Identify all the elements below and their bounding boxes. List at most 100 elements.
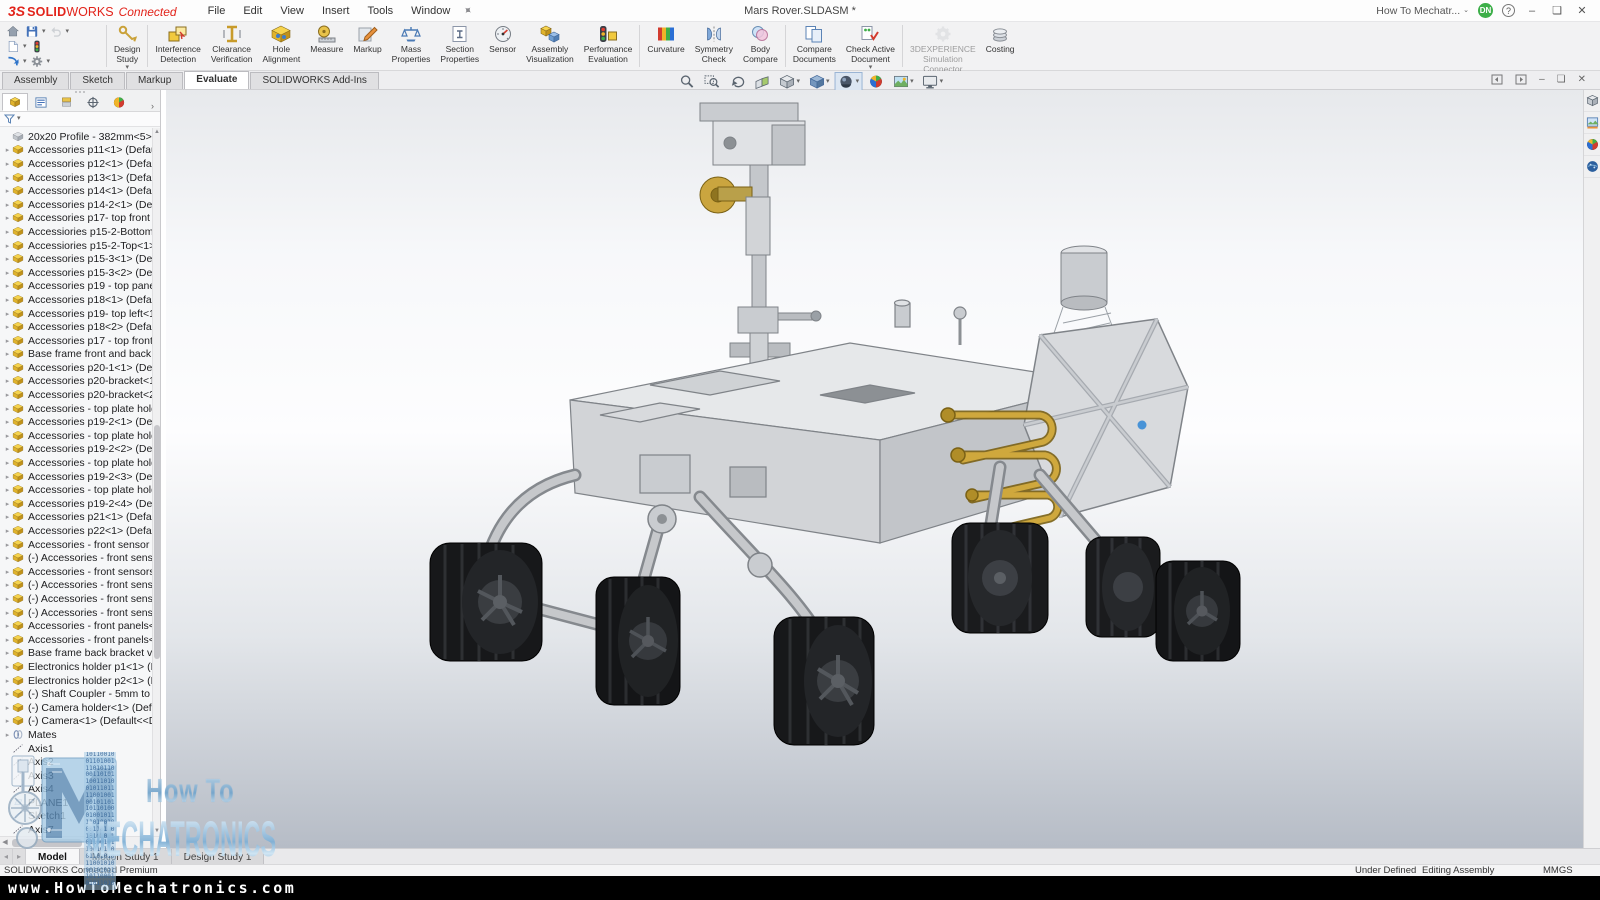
tree-item[interactable]: ▸Accessories p20-1<1> (Default<<Def [0,361,152,375]
tree-item[interactable]: 20x20 Profile - 382mm<5> (Default< [0,130,152,144]
tree-item[interactable]: ▸Electronics holder p2<1> (Default<< [0,674,152,688]
doc-minimize-button[interactable]: – [1539,74,1545,85]
tree-item[interactable]: ▸Accessories p12<1> (Default<<Defau [0,157,152,171]
performance-evaluation-button[interactable]: PerformanceEvaluation [579,22,638,70]
expander-icon[interactable]: ▸ [3,513,12,521]
tree-item[interactable]: ▸(-) Accessories - front sensor p3<3> [0,592,152,606]
model-tab-motion-study-1[interactable]: Motion Study 1 [80,849,172,864]
tree-item[interactable]: Axis1 [0,742,152,756]
graphics-viewport[interactable] [166,90,1583,848]
tree-item[interactable]: ▸(-) Accessories - front sensor p3<4> [0,606,152,620]
expander-icon[interactable]: ▸ [3,391,12,399]
tree-item[interactable]: ▸(-) Accessories - front sensor p3<2> [0,579,152,593]
design-study-button[interactable]: DesignStudy▾ [109,22,145,70]
avatar[interactable]: DN [1478,3,1493,18]
tree-item[interactable]: PLANE1 [0,796,152,810]
previous-view-button[interactable] [726,72,749,91]
scroll-up-arrow[interactable]: ▲ [153,128,161,137]
restore-button[interactable]: ❏ [1549,4,1565,17]
tree-filter[interactable]: ▾ [0,112,160,127]
tree-item[interactable]: Axis4 [0,783,152,797]
doc-close-button[interactable]: ✕ [1578,74,1586,85]
hole-alignment-button[interactable]: HoleAlignment [257,22,305,70]
tree-item[interactable]: ▸Accessiories p15-2-Bottom<1> ->? ( [0,225,152,239]
hide-show-items-button[interactable]: ▾ [835,72,863,91]
model-tab-model[interactable]: Model [26,849,80,864]
tree-item[interactable]: ▸Accessories - top plate holder<3> (D [0,429,152,443]
display-style-button[interactable]: ▾ [805,72,833,91]
pane-right-icon[interactable] [1515,74,1527,85]
expander-icon[interactable]: ▸ [3,622,12,630]
dropdown-caret-icon[interactable]: ▾ [66,29,70,35]
tree-item[interactable]: Axis3 [0,769,152,783]
menu-insert[interactable]: Insert [313,2,359,20]
close-button[interactable]: ✕ [1574,4,1590,17]
tree-item[interactable]: ▸Accessories p19-2<1> (Default<<Def [0,415,152,429]
tree-item[interactable]: ▸Accessories p14<1> (Default<<Defau [0,184,152,198]
home-button[interactable] [4,24,22,39]
dropdown-caret-icon[interactable]: ▾ [47,59,51,65]
new-document-button[interactable] [4,39,22,54]
expander-icon[interactable]: ▸ [3,541,12,549]
body-compare-button[interactable]: BodyCompare [738,22,783,70]
expander-icon[interactable]: ▸ [3,581,12,589]
costing-button[interactable]: Costing [981,22,1020,70]
expander-icon[interactable]: ▸ [3,554,12,562]
tree-item[interactable]: ▸Accessories p17 - top front left<1> ( [0,334,152,348]
rebuild-button[interactable] [28,39,46,54]
undo-button[interactable] [47,24,65,39]
tree-item[interactable]: ▸Accessories - front panels<1> (Defau [0,619,152,633]
expander-icon[interactable]: ▸ [3,310,12,318]
doc-restore-button[interactable]: ❏ [1557,74,1566,85]
model-tab-design-study-1[interactable]: Design Study 1 [172,849,265,864]
expander-icon[interactable]: ▸ [3,377,12,385]
assembly-visualization-button[interactable]: AssemblyVisualization [521,22,579,70]
expander-icon[interactable]: ▸ [3,242,12,250]
tab-evaluate[interactable]: Evaluate [184,71,249,89]
interference-detection-button[interactable]: InterferenceDetection [150,22,205,70]
expander-icon[interactable]: ▸ [3,500,12,508]
expander-icon[interactable]: ▸ [3,269,12,277]
settings-button[interactable] [28,54,46,69]
section-properties-button[interactable]: SectionProperties [435,22,484,70]
symmetry-check-button[interactable]: SymmetryCheck [690,22,738,70]
scroll-down-arrow[interactable]: ▼ [153,827,161,836]
expander-icon[interactable]: ▸ [3,146,12,154]
expander-icon[interactable]: ▸ [3,649,12,657]
expander-icon[interactable]: ▸ [3,609,12,617]
design-library-button[interactable] [1584,112,1600,134]
expander-icon[interactable]: ▸ [3,255,12,263]
dropdown-caret-icon[interactable]: ▾ [940,79,944,85]
tree-item[interactable]: ▸Accessories p18<1> (Default<<Defau [0,293,152,307]
dropdown-caret-icon[interactable]: ▾ [910,79,914,85]
measure-button[interactable]: Measure [305,22,348,70]
tree-tabs-overflow[interactable]: › [147,101,158,111]
tree-item[interactable]: ▸Accessories p21<1> (Default<<Defau [0,511,152,525]
3dexperience-marketplace-button[interactable] [1584,156,1600,178]
tree-item[interactable]: ▸Accessiories p15-2-Top<1> ->? (Defa [0,239,152,253]
tabs-scroll-right-button[interactable]: ▸ [13,849,26,864]
appearances-scenes-button[interactable] [1584,134,1600,156]
tree-tab-dimxpertmanager[interactable] [80,93,106,111]
dropdown-caret-icon[interactable]: ▾ [856,79,860,85]
expander-icon[interactable]: ▸ [3,731,12,739]
expander-icon[interactable]: ▸ [3,636,12,644]
expander-icon[interactable]: ▸ [3,187,12,195]
menu-file[interactable]: File [199,2,235,20]
mass-properties-button[interactable]: MassProperties [387,22,436,70]
tab-markup[interactable]: Markup [126,72,183,89]
curvature-button[interactable]: Curvature [642,22,689,70]
expander-icon[interactable]: ▸ [3,174,12,182]
compare-documents-button[interactable]: CompareDocuments [788,22,841,70]
edit-appearance-button[interactable] [864,72,887,91]
tree-item[interactable]: ▸Accessories p20-bracket<1> (Default [0,375,152,389]
section-view-button[interactable] [751,72,774,91]
workspace-selector[interactable]: How To Mechatr...⌄ [1376,5,1469,17]
tree-item[interactable]: ▸Accessories - top plate holder<5> (D [0,483,152,497]
tree-item[interactable]: Axis2 [0,755,152,769]
check-active-document-button[interactable]: Check ActiveDocument▾ [841,22,900,70]
expander-icon[interactable]: ▸ [3,350,12,358]
expander-icon[interactable]: ▸ [3,337,12,345]
expander-icon[interactable]: ▸ [3,486,12,494]
sensor-button[interactable]: Sensor [484,22,521,70]
